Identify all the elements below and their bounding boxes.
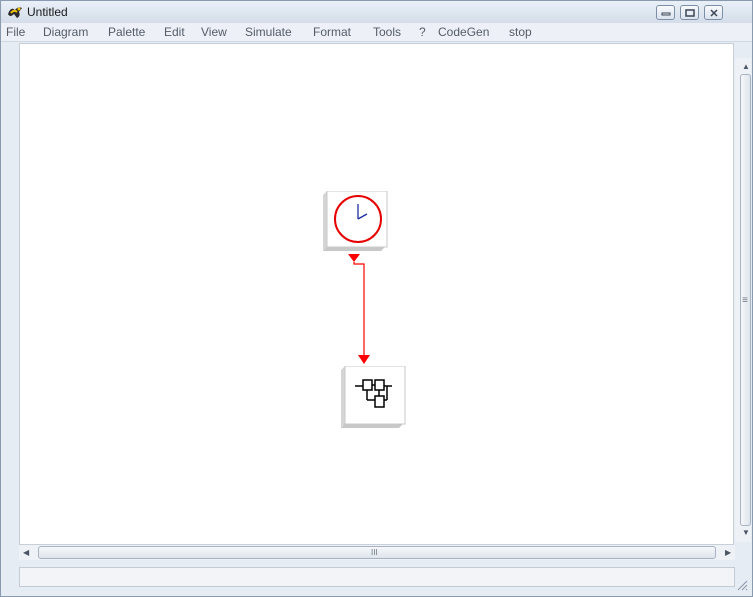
minimize-icon bbox=[661, 12, 671, 16]
maximize-button[interactable] bbox=[680, 5, 699, 20]
menu-codegen[interactable]: CodeGen bbox=[438, 25, 489, 39]
horizontal-scroll-grip: III bbox=[371, 548, 378, 557]
event-link[interactable] bbox=[343, 253, 383, 367]
scroll-left-arrow-icon[interactable]: ◀ bbox=[23, 548, 29, 557]
menu-stop[interactable]: stop bbox=[509, 25, 532, 39]
menu-tools[interactable]: Tools bbox=[373, 25, 401, 39]
minimize-button[interactable] bbox=[656, 5, 675, 20]
menu-diagram[interactable]: Diagram bbox=[43, 25, 88, 39]
scroll-up-arrow-icon[interactable]: ▲ bbox=[742, 62, 750, 71]
menu-help[interactable]: ? bbox=[419, 25, 426, 39]
menu-format[interactable]: Format bbox=[313, 25, 351, 39]
close-icon bbox=[710, 9, 718, 17]
scilab-app-icon[interactable] bbox=[6, 4, 24, 20]
window-title: Untitled bbox=[27, 5, 68, 19]
scope-block[interactable] bbox=[339, 366, 407, 430]
input-port-arrow-icon bbox=[358, 355, 370, 364]
scroll-right-arrow-icon[interactable]: ▶ bbox=[725, 548, 731, 557]
menu-palette[interactable]: Palette bbox=[108, 25, 145, 39]
menu-file[interactable]: File bbox=[6, 25, 25, 39]
title-bar[interactable]: Untitled bbox=[1, 1, 752, 23]
clock-block[interactable] bbox=[321, 191, 389, 255]
status-bar bbox=[19, 567, 735, 587]
scroll-down-arrow-icon[interactable]: ▼ bbox=[742, 528, 750, 537]
vertical-scroll-grip: ≡ bbox=[742, 295, 748, 306]
menu-bar: File Diagram Palette Edit View Simulate … bbox=[1, 23, 752, 42]
output-port-arrow-icon bbox=[348, 254, 360, 262]
menu-edit[interactable]: Edit bbox=[164, 25, 185, 39]
resize-grip-icon[interactable] bbox=[736, 579, 748, 591]
main-window: Untitled File Diagram Palette Edit View … bbox=[0, 0, 753, 597]
clock-icon bbox=[334, 195, 382, 243]
maximize-icon bbox=[685, 9, 695, 17]
close-button[interactable] bbox=[704, 5, 723, 20]
menu-view[interactable]: View bbox=[201, 25, 227, 39]
menu-simulate[interactable]: Simulate bbox=[245, 25, 292, 39]
